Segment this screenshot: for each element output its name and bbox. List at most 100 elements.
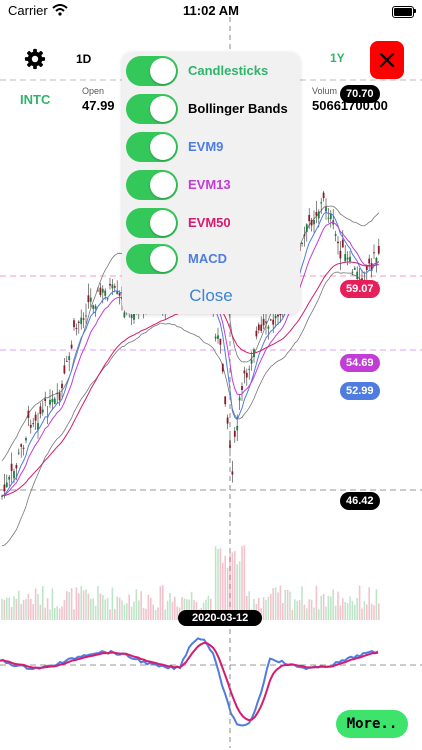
candle-body xyxy=(106,298,109,300)
menu-item-evm50[interactable]: EVM50 xyxy=(126,208,300,238)
volume-bar xyxy=(294,599,296,620)
candle-body xyxy=(339,250,342,259)
candle-body xyxy=(313,220,315,225)
menu-close-button[interactable]: Close xyxy=(122,286,300,306)
candle-body xyxy=(224,396,227,405)
candle-body xyxy=(113,286,116,288)
volume-bar xyxy=(277,592,279,620)
volume-bar xyxy=(20,604,22,620)
candlesticks-toggle[interactable] xyxy=(126,56,178,86)
volume-bar xyxy=(301,586,303,620)
volume-bar xyxy=(46,598,49,620)
candle-body xyxy=(75,328,78,330)
more-button[interactable]: More.. xyxy=(336,710,408,738)
candle-body xyxy=(344,254,347,262)
candle-body xyxy=(10,463,13,471)
candle-body xyxy=(94,306,97,309)
candle-body xyxy=(25,437,27,441)
evm50-toggle[interactable] xyxy=(126,208,178,238)
volume-bar xyxy=(94,605,97,620)
candle-body xyxy=(373,252,375,254)
volume-bar xyxy=(54,607,56,620)
volume-bar xyxy=(49,609,51,620)
candle-body xyxy=(15,464,18,469)
candle-body xyxy=(101,288,104,293)
candle-body xyxy=(341,239,344,248)
volume-bar xyxy=(298,600,301,620)
open-value: 47.99 xyxy=(82,98,115,113)
timeframe-1y-button[interactable]: 1Y xyxy=(330,51,345,65)
candle-body xyxy=(99,287,102,296)
macd-toggle[interactable] xyxy=(126,244,178,274)
candle-body xyxy=(68,356,71,361)
candle-body xyxy=(317,211,320,219)
volume-bar xyxy=(373,605,375,620)
bollinger-toggle[interactable] xyxy=(126,94,178,124)
volume-bar xyxy=(75,587,78,620)
menu-item-evm13[interactable]: EVM13 xyxy=(126,170,300,200)
candle-body xyxy=(327,217,330,219)
volume-bar xyxy=(85,589,87,620)
volume-bar xyxy=(80,585,82,620)
volume-bar xyxy=(289,591,291,620)
candle-body xyxy=(49,399,51,405)
menu-item-macd[interactable]: MACD xyxy=(126,244,300,274)
clock: 11:02 AM xyxy=(183,3,239,18)
volume-bar xyxy=(282,603,284,620)
timeframe-1d-button[interactable]: 1D xyxy=(76,52,91,66)
evm13-toggle[interactable] xyxy=(126,170,178,200)
volume-bar xyxy=(63,599,66,620)
volume-bar xyxy=(368,587,370,620)
gear-icon[interactable] xyxy=(24,48,46,70)
candle-body xyxy=(236,425,239,431)
volume-bar xyxy=(70,587,73,620)
volume-bar xyxy=(375,589,378,620)
close-chart-button[interactable] xyxy=(370,41,404,79)
volume-bar xyxy=(351,600,354,620)
candle-body xyxy=(80,317,83,325)
candle-body xyxy=(51,398,54,403)
volume-bar xyxy=(150,597,152,620)
volume-bar xyxy=(10,606,13,620)
menu-item-candlesticks[interactable]: Candlesticks xyxy=(126,56,300,86)
volume-bar xyxy=(361,608,363,620)
candle-body xyxy=(73,320,75,328)
candle-body xyxy=(231,471,234,475)
evm9-toggle[interactable] xyxy=(126,132,178,162)
candle-body xyxy=(53,398,56,404)
close-icon xyxy=(379,52,395,68)
volume-bar xyxy=(87,593,90,620)
candle-body xyxy=(255,330,258,337)
volume-bar xyxy=(349,596,351,620)
volume-bar xyxy=(99,593,102,620)
menu-item-label: Candlesticks xyxy=(188,63,269,78)
candle-body xyxy=(325,207,327,212)
volume-bar xyxy=(157,607,159,620)
volume-bar xyxy=(334,605,337,620)
volume-bar xyxy=(337,591,339,620)
candle-body xyxy=(226,417,229,424)
price-badge-high: 70.70 xyxy=(340,85,380,103)
candle-body xyxy=(368,258,371,264)
volume-bar xyxy=(169,592,171,620)
volume-bar xyxy=(279,585,282,620)
candle-body xyxy=(85,315,87,317)
menu-item-evm9[interactable]: EVM9 xyxy=(126,132,300,162)
volume-bar xyxy=(109,609,111,620)
candle-body xyxy=(109,283,111,286)
volume-bar xyxy=(8,597,10,620)
ticker-symbol: INTC xyxy=(20,92,51,107)
candle-body xyxy=(233,430,236,437)
volume-bar xyxy=(354,604,356,620)
candle-body xyxy=(353,267,356,270)
candle-body xyxy=(22,447,25,449)
volume-bar xyxy=(327,595,330,620)
volume-bars xyxy=(1,545,380,620)
menu-item-bollinger-bands[interactable]: Bollinger Bands xyxy=(126,94,300,124)
candle-body xyxy=(5,482,8,488)
volume-bar xyxy=(37,593,39,620)
volume-bar xyxy=(154,609,157,620)
volume-bar xyxy=(265,599,267,620)
candle-body xyxy=(118,293,121,296)
menu-item-label: EVM13 xyxy=(188,177,231,192)
